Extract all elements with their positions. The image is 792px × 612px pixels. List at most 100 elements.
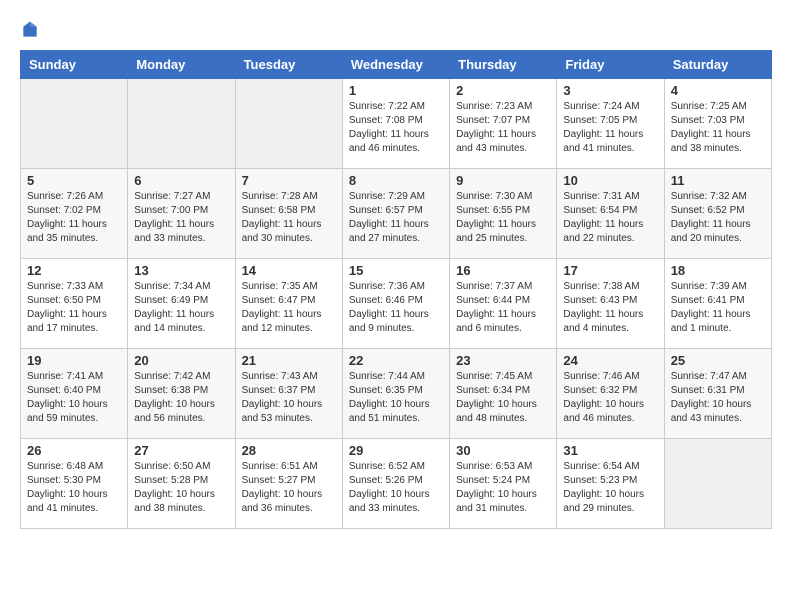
day-info: Sunrise: 7:43 AM Sunset: 6:37 PM Dayligh… <box>242 370 336 426</box>
day-number: 28 <box>242 443 336 458</box>
table-row: 24Sunrise: 7:46 AM Sunset: 6:32 PM Dayli… <box>557 349 664 439</box>
table-row: 15 Sunrise: 7:36 AM Sunset: 6:46 PM Dayli… <box>342 259 449 349</box>
day-info: Sunrise: 7:27 AM Sunset: 7:00 PM Dayligh… <box>134 190 228 246</box>
day-number: 22 <box>349 353 443 368</box>
calendar-week-row: 12 Sunrise: 7:33 AM Sunset: 6:50 PM Dayli… <box>21 259 772 349</box>
day-info: Sunrise: 7:35 AM Sunset: 6:47 PM Dayligh… <box>242 280 336 336</box>
day-info: Sunrise: 7:36 AM Sunset: 6:46 PM Dayligh… <box>349 280 443 336</box>
day-info: Sunrise: 7:24 AM Sunset: 7:05 PM Dayligh… <box>563 100 657 156</box>
table-row: 6 Sunrise: 7:27 AM Sunset: 7:00 PM Daylig… <box>128 169 235 259</box>
day-number: 3 <box>563 83 657 98</box>
day-number: 19 <box>27 353 121 368</box>
day-number: 25 <box>671 353 765 368</box>
table-row: 8Sunrise: 7:29 AM Sunset: 6:57 PM Daylig… <box>342 169 449 259</box>
table-row: 5 Sunrise: 7:26 AM Sunset: 7:02 PM Daylig… <box>21 169 128 259</box>
table-row: 2 Sunrise: 7:23 AM Sunset: 7:07 PM Daylig… <box>450 79 557 169</box>
calendar-week-row: 26 Sunrise: 6:48 AM Sunset: 5:30 PM Dayli… <box>21 439 772 529</box>
day-number: 15 <box>349 263 443 278</box>
day-number: 23 <box>456 353 550 368</box>
table-row <box>128 79 235 169</box>
table-row: 12 Sunrise: 7:33 AM Sunset: 6:50 PM Dayli… <box>21 259 128 349</box>
weekday-header-saturday: Saturday <box>664 51 771 79</box>
table-row: 27 Sunrise: 6:50 AM Sunset: 5:28 PM Dayli… <box>128 439 235 529</box>
day-info: Sunrise: 7:26 AM Sunset: 7:02 PM Dayligh… <box>27 190 121 246</box>
day-number: 29 <box>349 443 443 458</box>
day-info: Sunrise: 6:48 AM Sunset: 5:30 PM Dayligh… <box>27 460 121 516</box>
day-number: 26 <box>27 443 121 458</box>
day-number: 31 <box>563 443 657 458</box>
day-info: Sunrise: 6:52 AM Sunset: 5:26 PM Dayligh… <box>349 460 443 516</box>
table-row: 19 Sunrise: 7:41 AM Sunset: 6:40 PM Dayli… <box>21 349 128 439</box>
day-number: 20 <box>134 353 228 368</box>
table-row: 21 Sunrise: 7:43 AM Sunset: 6:37 PM Dayli… <box>235 349 342 439</box>
day-info: Sunrise: 7:33 AM Sunset: 6:50 PM Dayligh… <box>27 280 121 336</box>
day-info: Sunrise: 7:30 AM Sunset: 6:55 PM Dayligh… <box>456 190 550 246</box>
table-row <box>235 79 342 169</box>
day-info: Sunrise: 7:39 AM Sunset: 6:41 PM Dayligh… <box>671 280 765 336</box>
day-info: Sunrise: 7:25 AM Sunset: 7:03 PM Dayligh… <box>671 100 765 156</box>
calendar-week-row: 1 Sunrise: 7:22 AM Sunset: 7:08 PM Daylig… <box>21 79 772 169</box>
table-row: 11Sunrise: 7:32 AM Sunset: 6:52 PM Dayli… <box>664 169 771 259</box>
page-header <box>20 20 772 40</box>
weekday-header-wednesday: Wednesday <box>342 51 449 79</box>
day-number: 18 <box>671 263 765 278</box>
day-number: 16 <box>456 263 550 278</box>
table-row: 17 Sunrise: 7:38 AM Sunset: 6:43 PM Dayli… <box>557 259 664 349</box>
day-info: Sunrise: 6:50 AM Sunset: 5:28 PM Dayligh… <box>134 460 228 516</box>
table-row: 23 Sunrise: 7:45 AM Sunset: 6:34 PM Dayli… <box>450 349 557 439</box>
day-number: 12 <box>27 263 121 278</box>
day-number: 1 <box>349 83 443 98</box>
calendar-week-row: 19 Sunrise: 7:41 AM Sunset: 6:40 PM Dayli… <box>21 349 772 439</box>
table-row <box>664 439 771 529</box>
day-number: 13 <box>134 263 228 278</box>
table-row: 30 Sunrise: 6:53 AM Sunset: 5:24 PM Dayli… <box>450 439 557 529</box>
day-info: Sunrise: 7:41 AM Sunset: 6:40 PM Dayligh… <box>27 370 121 426</box>
day-number: 27 <box>134 443 228 458</box>
day-number: 21 <box>242 353 336 368</box>
day-info: Sunrise: 6:51 AM Sunset: 5:27 PM Dayligh… <box>242 460 336 516</box>
table-row: 25Sunrise: 7:47 AM Sunset: 6:31 PM Dayli… <box>664 349 771 439</box>
day-number: 10 <box>563 173 657 188</box>
table-row: 16 Sunrise: 7:37 AM Sunset: 6:44 PM Dayli… <box>450 259 557 349</box>
day-number: 8 <box>349 173 443 188</box>
table-row: 20 Sunrise: 7:42 AM Sunset: 6:38 PM Dayli… <box>128 349 235 439</box>
logo <box>20 20 44 40</box>
day-number: 4 <box>671 83 765 98</box>
day-number: 6 <box>134 173 228 188</box>
day-info: Sunrise: 7:44 AM Sunset: 6:35 PM Dayligh… <box>349 370 443 426</box>
day-number: 2 <box>456 83 550 98</box>
weekday-header-sunday: Sunday <box>21 51 128 79</box>
day-info: Sunrise: 7:32 AM Sunset: 6:52 PM Dayligh… <box>671 190 765 246</box>
logo-icon <box>20 20 40 40</box>
table-row: 29 Sunrise: 6:52 AM Sunset: 5:26 PM Dayli… <box>342 439 449 529</box>
day-info: Sunrise: 6:54 AM Sunset: 5:23 PM Dayligh… <box>563 460 657 516</box>
table-row: 26 Sunrise: 6:48 AM Sunset: 5:30 PM Dayli… <box>21 439 128 529</box>
day-info: Sunrise: 7:31 AM Sunset: 6:54 PM Dayligh… <box>563 190 657 246</box>
day-info: Sunrise: 7:42 AM Sunset: 6:38 PM Dayligh… <box>134 370 228 426</box>
day-number: 17 <box>563 263 657 278</box>
day-info: Sunrise: 7:38 AM Sunset: 6:43 PM Dayligh… <box>563 280 657 336</box>
table-row: 10 Sunrise: 7:31 AM Sunset: 6:54 PM Dayli… <box>557 169 664 259</box>
table-row: 7Sunrise: 7:28 AM Sunset: 6:58 PM Daylig… <box>235 169 342 259</box>
day-number: 5 <box>27 173 121 188</box>
table-row <box>21 79 128 169</box>
day-info: Sunrise: 7:23 AM Sunset: 7:07 PM Dayligh… <box>456 100 550 156</box>
day-info: Sunrise: 6:53 AM Sunset: 5:24 PM Dayligh… <box>456 460 550 516</box>
table-row: 13 Sunrise: 7:34 AM Sunset: 6:49 PM Dayli… <box>128 259 235 349</box>
day-info: Sunrise: 7:45 AM Sunset: 6:34 PM Dayligh… <box>456 370 550 426</box>
weekday-header-friday: Friday <box>557 51 664 79</box>
day-info: Sunrise: 7:34 AM Sunset: 6:49 PM Dayligh… <box>134 280 228 336</box>
calendar-week-row: 5 Sunrise: 7:26 AM Sunset: 7:02 PM Daylig… <box>21 169 772 259</box>
day-info: Sunrise: 7:22 AM Sunset: 7:08 PM Dayligh… <box>349 100 443 156</box>
table-row: 3 Sunrise: 7:24 AM Sunset: 7:05 PM Daylig… <box>557 79 664 169</box>
table-row: 28 Sunrise: 6:51 AM Sunset: 5:27 PM Dayli… <box>235 439 342 529</box>
table-row: 1 Sunrise: 7:22 AM Sunset: 7:08 PM Daylig… <box>342 79 449 169</box>
day-info: Sunrise: 7:28 AM Sunset: 6:58 PM Dayligh… <box>242 190 336 246</box>
weekday-header-monday: Monday <box>128 51 235 79</box>
day-number: 24 <box>563 353 657 368</box>
table-row: 14Sunrise: 7:35 AM Sunset: 6:47 PM Dayli… <box>235 259 342 349</box>
day-info: Sunrise: 7:37 AM Sunset: 6:44 PM Dayligh… <box>456 280 550 336</box>
weekday-header-thursday: Thursday <box>450 51 557 79</box>
day-number: 9 <box>456 173 550 188</box>
day-number: 30 <box>456 443 550 458</box>
